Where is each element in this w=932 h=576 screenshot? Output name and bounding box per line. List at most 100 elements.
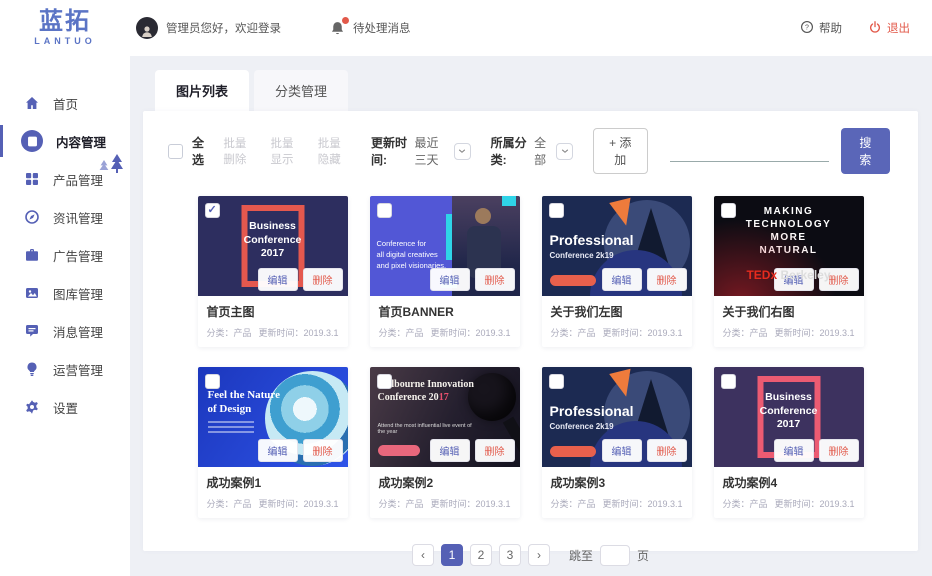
avatar bbox=[136, 17, 158, 39]
brand-subtitle: LANTUO bbox=[34, 36, 96, 46]
edit-button[interactable]: 编辑 bbox=[257, 268, 298, 291]
card-category: 分类：产品 bbox=[550, 328, 596, 338]
delete-button[interactable]: 删除 bbox=[474, 268, 515, 291]
card-checkbox[interactable] bbox=[548, 374, 564, 389]
card-thumbnail[interactable]: Feel the Nature of Design 编辑 删除 bbox=[197, 367, 348, 467]
content-icon bbox=[21, 130, 43, 152]
category-label: 所属分类: bbox=[490, 136, 527, 167]
update-time-dropdown[interactable] bbox=[454, 142, 471, 160]
edit-button[interactable]: 编辑 bbox=[601, 439, 642, 462]
logout-link[interactable]: 退出 bbox=[868, 20, 910, 37]
logout-label: 退出 bbox=[887, 23, 910, 35]
card-updated: 更新时间：2019.3.1 bbox=[258, 328, 339, 338]
image-card: Conference for all digital creatives and p… bbox=[369, 196, 520, 347]
tab-image-list[interactable]: 图片列表 bbox=[155, 70, 250, 111]
bell-icon bbox=[329, 15, 350, 37]
sidebar-item-消息管理[interactable]: 消息管理 bbox=[0, 312, 130, 350]
card-updated: 更新时间：2019.3.1 bbox=[602, 499, 683, 509]
add-button[interactable]: + 添加 bbox=[592, 128, 648, 174]
page-button-1[interactable]: 1 bbox=[440, 544, 463, 566]
card-category: 分类：产品 bbox=[722, 499, 768, 509]
card-thumbnail[interactable]: Conference for all digital creatives and p… bbox=[369, 196, 520, 296]
batch-show-link[interactable]: 批量显示 bbox=[271, 135, 304, 167]
card-title: 关于我们右图 bbox=[722, 305, 795, 319]
help-label: 帮助 bbox=[819, 23, 842, 35]
card-updated: 更新时间：2019.3.1 bbox=[258, 499, 339, 509]
sidebar-item-首页[interactable]: 首页 bbox=[0, 84, 130, 122]
card-updated: 更新时间：2019.3.1 bbox=[774, 328, 855, 338]
svg-text:?: ? bbox=[805, 24, 809, 31]
sidebar-item-设置[interactable]: 设置 bbox=[0, 388, 130, 426]
delete-button[interactable]: 删除 bbox=[646, 439, 687, 462]
sidebar-item-运营管理[interactable]: 运营管理 bbox=[0, 350, 130, 388]
sidebar-item-label: 广告管理 bbox=[53, 249, 104, 264]
edit-button[interactable]: 编辑 bbox=[429, 439, 470, 462]
sidebar-item-图库管理[interactable]: 图库管理 bbox=[0, 274, 130, 312]
page-button-2[interactable]: 2 bbox=[469, 544, 492, 566]
card-updated: 更新时间：2019.3.1 bbox=[774, 499, 855, 509]
sidebar-item-产品管理[interactable]: 产品管理 bbox=[0, 160, 130, 198]
sidebar-item-资讯管理[interactable]: 资讯管理 bbox=[0, 198, 130, 236]
help-link[interactable]: ? 帮助 bbox=[800, 20, 842, 37]
card-title: 成功案例2 bbox=[378, 476, 434, 490]
card-category: 分类：产品 bbox=[206, 328, 252, 338]
edit-button[interactable]: 编辑 bbox=[257, 439, 298, 462]
card-title: 成功案例3 bbox=[550, 476, 606, 490]
card-checkbox[interactable] bbox=[720, 203, 736, 218]
image-card: Feel the Nature of Design 编辑 删除 成功案例1 分类：产品 更新… bbox=[197, 367, 348, 518]
page-suffix-label: 页 bbox=[637, 548, 650, 563]
card-thumbnail[interactable]: Professional Conference 2k19 编辑 删除 bbox=[541, 196, 692, 296]
jump-to-label: 跳至 bbox=[568, 548, 593, 563]
app: 蓝拓 LANTUO 管理员您好，欢迎登录 待处理消息 ? 帮助 退出 首页 内容… bbox=[0, 0, 932, 576]
page-button-3[interactable]: 3 bbox=[498, 544, 521, 566]
page-jump-input[interactable] bbox=[600, 544, 630, 566]
prev-page-button[interactable]: ‹ bbox=[411, 544, 434, 566]
delete-button[interactable]: 删除 bbox=[818, 439, 859, 462]
card-thumbnail[interactable]: Melbourne Innovation Conference 2017 Atten… bbox=[369, 367, 520, 467]
search-button[interactable]: 搜索 bbox=[840, 128, 890, 174]
pending-messages[interactable]: 待处理消息 bbox=[329, 15, 411, 37]
card-thumbnail[interactable]: MAKING TECHNOLOGY MORE NATURAL TEDx Berkeley… bbox=[713, 196, 864, 296]
card-checkbox[interactable] bbox=[720, 374, 736, 389]
sidebar-item-广告管理[interactable]: 广告管理 bbox=[0, 236, 130, 274]
card-thumbnail[interactable]: Professional Conference 2k19 编辑 删除 bbox=[541, 367, 692, 467]
card-thumbnail[interactable]: BusinessConference2017编辑删除 bbox=[197, 196, 348, 296]
edit-button[interactable]: 编辑 bbox=[429, 268, 470, 291]
ads-icon bbox=[24, 247, 40, 263]
next-page-button[interactable]: › bbox=[527, 544, 550, 566]
card-checkbox[interactable] bbox=[376, 374, 392, 389]
select-all-checkbox[interactable] bbox=[168, 143, 183, 159]
card-checkbox[interactable] bbox=[548, 203, 564, 218]
brand-name: 蓝拓 bbox=[39, 8, 91, 35]
tab-category-management[interactable]: 分类管理 bbox=[254, 70, 349, 111]
batch-delete-link[interactable]: 批量删除 bbox=[223, 135, 256, 167]
image-card: BusinessConference2017编辑删除首页主图分类：产品更新时间：… bbox=[197, 196, 348, 347]
search-input[interactable] bbox=[669, 140, 829, 162]
card-checkbox[interactable] bbox=[204, 203, 220, 218]
card-category: 分类：产品 bbox=[550, 499, 596, 509]
card-checkbox[interactable] bbox=[376, 203, 392, 218]
card-thumbnail[interactable]: BusinessConference2017编辑删除 bbox=[713, 367, 864, 467]
delete-button[interactable]: 删除 bbox=[474, 439, 515, 462]
help-icon: ? bbox=[800, 20, 814, 37]
delete-button[interactable]: 删除 bbox=[302, 268, 343, 291]
edit-button[interactable]: 编辑 bbox=[773, 439, 814, 462]
category-value: 全部 bbox=[534, 136, 547, 167]
delete-button[interactable]: 删除 bbox=[302, 439, 343, 462]
image-card: MAKING TECHNOLOGY MORE NATURAL TEDx Berkeley… bbox=[713, 196, 864, 347]
product-icon bbox=[24, 171, 40, 187]
category-dropdown[interactable] bbox=[556, 142, 573, 160]
batch-hide-link[interactable]: 批量隐藏 bbox=[318, 135, 351, 167]
image-card: Business Conference 2017 编辑 删除 成功案例4 分类：产品 更新时间… bbox=[713, 367, 864, 518]
edit-button[interactable]: 编辑 bbox=[601, 268, 642, 291]
delete-button[interactable]: 删除 bbox=[646, 268, 687, 291]
sidebar-item-label: 运营管理 bbox=[53, 363, 104, 378]
messages-label: 待处理消息 bbox=[353, 23, 411, 35]
update-time-label: 更新时间: bbox=[370, 136, 407, 167]
card-title: 首页主图 bbox=[206, 305, 255, 319]
image-card: Melbourne Innovation Conference 2017 Atten… bbox=[369, 367, 520, 518]
sidebar-item-label: 内容管理 bbox=[56, 135, 107, 150]
pagination: ‹ 1 2 3 › 跳至 页 bbox=[143, 544, 918, 566]
card-checkbox[interactable] bbox=[204, 374, 220, 389]
sidebar-item-内容管理[interactable]: 内容管理 bbox=[0, 122, 130, 173]
